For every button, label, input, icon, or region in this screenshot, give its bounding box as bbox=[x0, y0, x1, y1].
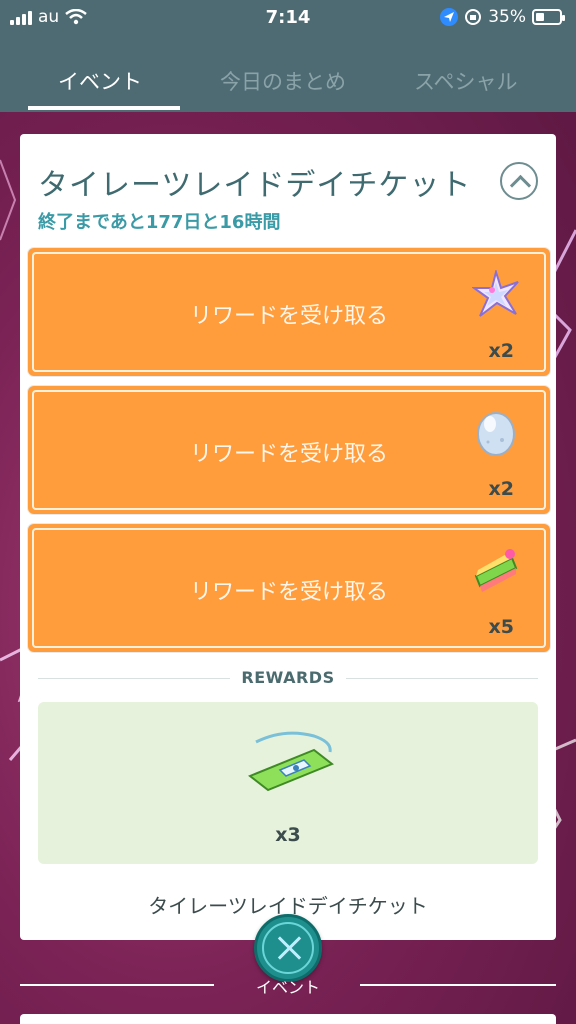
tab-active-indicator bbox=[28, 106, 180, 110]
tab-event[interactable]: イベント bbox=[58, 66, 142, 96]
tab-today-summary[interactable]: 今日のまとめ bbox=[220, 66, 346, 96]
battery-icon bbox=[532, 9, 565, 25]
reward-panel: x3 bbox=[38, 702, 538, 864]
close-button-label: イベント bbox=[255, 978, 320, 997]
poffin-cake-icon bbox=[474, 549, 518, 592]
star-piece-icon bbox=[472, 270, 519, 317]
event-card: タイレーツレイドデイチケット 終了まであと177日と16時間 リワードを受け取る… bbox=[20, 134, 556, 940]
reward-count: x2 bbox=[488, 478, 514, 500]
tab-bar: イベント 今日のまとめ スペシャル bbox=[0, 36, 576, 112]
status-bar: au 7:14 35% bbox=[0, 0, 576, 36]
claim-reward-button-3[interactable]: リワードを受け取る x5 bbox=[28, 524, 550, 652]
raid-ticket-icon bbox=[248, 731, 334, 792]
next-card-peek bbox=[20, 1014, 556, 1024]
reward-count: x2 bbox=[488, 340, 514, 362]
battery-level bbox=[536, 13, 544, 21]
reward-count: x5 bbox=[488, 616, 514, 638]
close-button[interactable] bbox=[254, 914, 322, 982]
reward-quantity: x3 bbox=[275, 824, 301, 846]
egg-icon bbox=[477, 412, 515, 456]
countdown-text: 終了まであと177日と16時間 bbox=[38, 212, 281, 233]
battery-percent: 35% bbox=[488, 7, 526, 27]
divider-right bbox=[346, 678, 538, 679]
collapse-chevron-up-icon[interactable] bbox=[500, 162, 538, 200]
card-title: タイレーツレイドデイチケット bbox=[38, 168, 472, 203]
tab-special[interactable]: スペシャル bbox=[414, 66, 518, 96]
status-right: 35% bbox=[440, 7, 565, 27]
orientation-lock-icon bbox=[465, 9, 482, 25]
claim-reward-button-2[interactable]: リワードを受け取る x2 bbox=[28, 386, 550, 514]
claim-reward-button-1[interactable]: リワードを受け取る x2 bbox=[28, 248, 550, 376]
location-icon bbox=[440, 8, 459, 26]
